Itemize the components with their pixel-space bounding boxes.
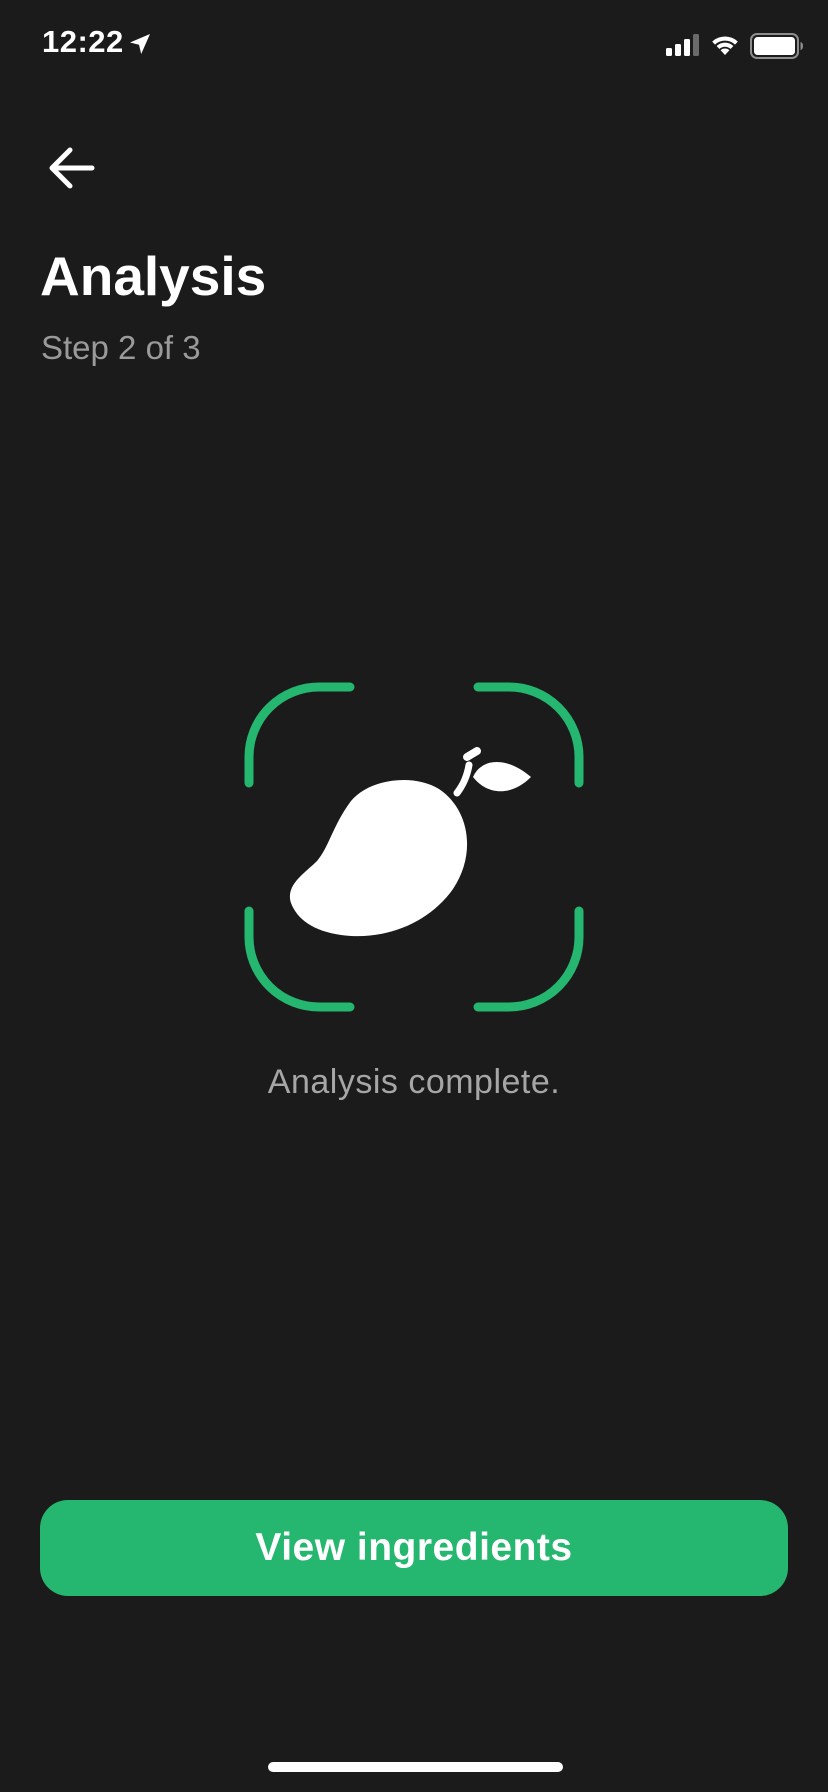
status-bar: 12:22	[0, 0, 828, 90]
wifi-icon	[712, 36, 738, 55]
scan-frame-icon	[244, 682, 584, 1012]
back-button[interactable]	[40, 140, 104, 196]
view-ingredients-button[interactable]: View ingredients	[40, 1500, 788, 1596]
mango-icon	[289, 747, 531, 937]
status-time: 12:22	[42, 24, 124, 59]
step-indicator: Step 2 of 3	[41, 329, 201, 366]
battery-full-icon	[750, 33, 803, 59]
cellular-signal-icon	[666, 34, 699, 56]
location-arrow-icon	[130, 34, 150, 54]
home-indicator[interactable]	[268, 1762, 563, 1772]
page-title: Analysis	[40, 245, 267, 307]
analysis-status-text: Analysis complete.	[267, 1063, 561, 1101]
arrow-left-icon	[49, 147, 95, 189]
analysis-screen: 12:22 Analysis Step 2 of 3 Analysis comp…	[0, 0, 828, 1792]
